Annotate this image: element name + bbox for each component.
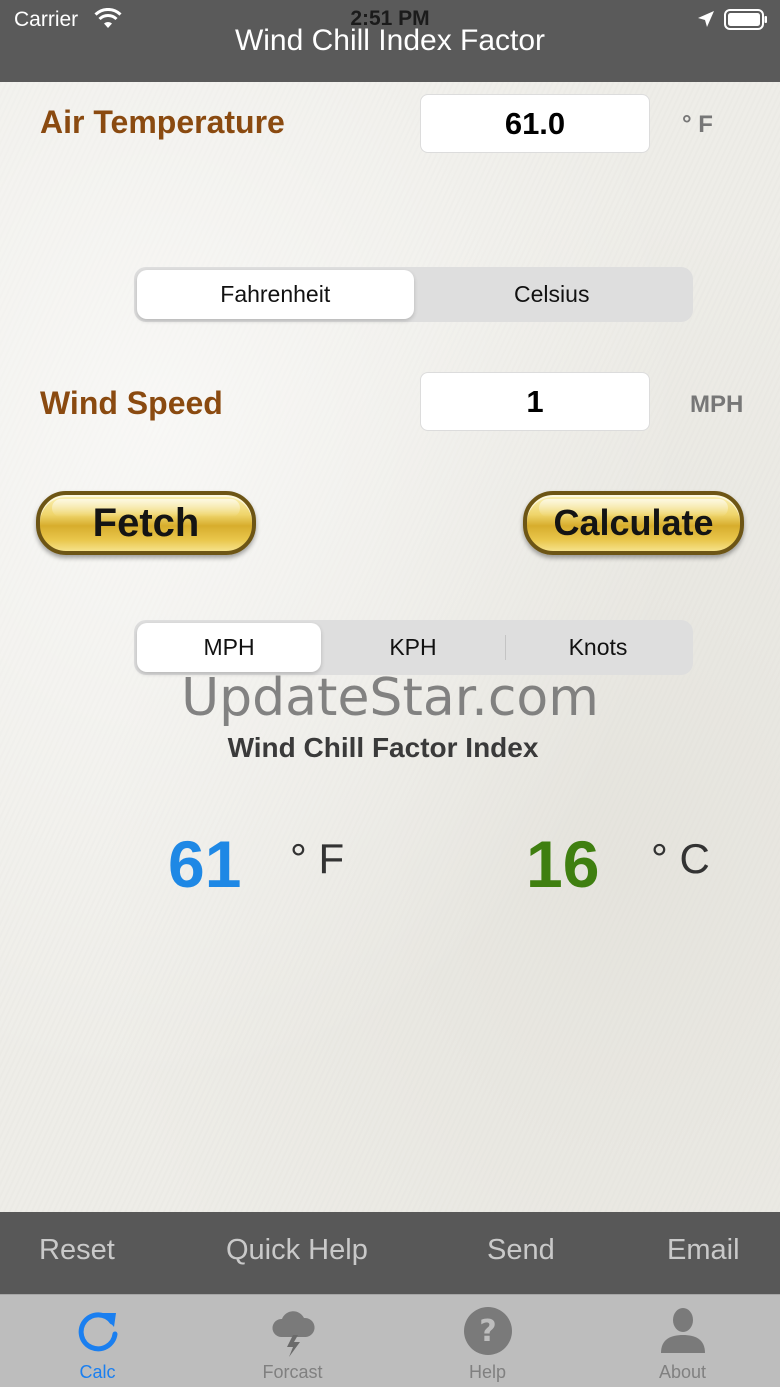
watermark: UpdateStar.com	[181, 668, 599, 728]
result-title: Wind Chill Factor Index	[227, 732, 539, 763]
tab-help[interactable]: ? Help	[390, 1295, 585, 1387]
fetch-button[interactable]: Fetch	[36, 491, 256, 555]
tab-bar: Calc Forcast ? Help About	[0, 1294, 780, 1387]
segment-knots[interactable]: Knots	[506, 623, 690, 672]
tab-calc[interactable]: Calc	[0, 1295, 195, 1387]
segment-mph[interactable]: MPH	[137, 623, 321, 672]
page-title: Wind Chill Index Factor	[234, 24, 546, 57]
tab-help-label: Help	[468, 1362, 507, 1382]
send-button[interactable]: Send	[487, 1234, 555, 1267]
tab-forcast[interactable]: Forcast	[195, 1295, 390, 1387]
segment-fahrenheit[interactable]: Fahrenheit	[137, 270, 414, 319]
fetch-button-label: Fetch	[92, 500, 200, 545]
refresh-icon	[78, 1312, 118, 1352]
calculate-button-label: Calculate	[553, 502, 714, 543]
air-temperature-input[interactable]: 61.0	[420, 94, 650, 153]
air-temperature-unit: ° F	[682, 111, 713, 138]
result-celsius-unit: ° C	[651, 835, 710, 882]
tab-calc-label: Calc	[79, 1362, 116, 1382]
question-icon: ?	[464, 1307, 512, 1355]
email-button[interactable]: Email	[667, 1234, 740, 1267]
quick-help-button[interactable]: Quick Help	[226, 1234, 368, 1267]
storm-cloud-icon	[272, 1311, 315, 1357]
tab-forcast-label: Forcast	[262, 1362, 323, 1382]
wind-speed-unit: MPH	[690, 391, 744, 418]
air-temperature-label: Air Temperature	[40, 104, 285, 140]
tab-about-label: About	[658, 1362, 707, 1382]
result-fahrenheit-value: 61	[168, 827, 242, 901]
calculate-button[interactable]: Calculate	[523, 491, 744, 555]
wind-speed-label: Wind Speed	[40, 385, 223, 421]
wind-speed-input[interactable]: 1	[420, 372, 650, 431]
segment-celsius[interactable]: Celsius	[414, 270, 691, 319]
navigation-bar: Carrier 2:51 PM Wind Chill Index Factor	[0, 0, 780, 82]
result-celsius-value: 16	[526, 827, 600, 901]
reset-button[interactable]: Reset	[39, 1234, 115, 1267]
bottom-toolbar: Reset Quick Help Send Email	[0, 1212, 780, 1294]
person-icon	[661, 1308, 705, 1353]
segment-kph[interactable]: KPH	[321, 623, 505, 672]
tab-about[interactable]: About	[585, 1295, 780, 1387]
result-fahrenheit-unit: ° F	[290, 835, 345, 882]
speed-unit-selector: MPH KPH Knots	[134, 620, 693, 675]
svg-text:?: ?	[479, 1314, 496, 1349]
temperature-unit-selector: Fahrenheit Celsius	[134, 267, 693, 322]
